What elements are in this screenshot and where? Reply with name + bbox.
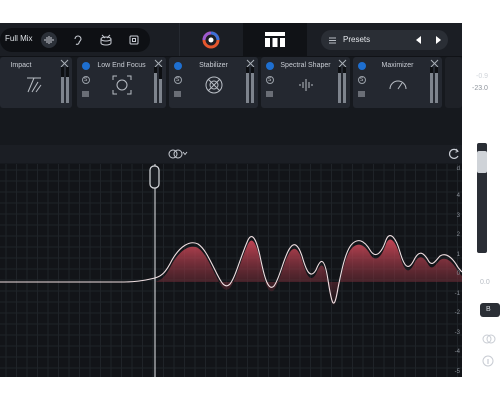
app-window: Full Mix Presets Impact Low End Focus S … [0,23,462,377]
spectral-shaper-icon [299,79,313,91]
db-tick-label: -3 [454,329,460,336]
module-meter [435,67,438,103]
logo-icon [202,31,220,49]
module-meter [61,67,64,103]
module-title: Low End Focus [97,62,146,69]
low-end-focus-icon [112,75,132,95]
module-stabilizer[interactable]: Stabilizer S [169,57,258,108]
presets-list-icon [329,37,336,44]
modules-icon [265,32,285,47]
next-icon[interactable] [434,36,442,44]
db-tick-label: -4 [454,349,460,355]
db-tick-label: 3 [456,212,460,219]
ear-icon[interactable] [70,32,86,48]
presets-dropdown[interactable]: Presets [321,30,448,50]
full-mix-label[interactable]: Full Mix [5,34,33,43]
solo-label: S [84,77,88,83]
waveform-icon[interactable] [41,32,57,48]
maximizer-icon [389,80,407,90]
eq-display[interactable]: 20501002003005001k2k5k10k20.0k d43210-1-… [0,164,462,377]
impact-icon [27,77,42,93]
menu-icon[interactable] [358,91,365,97]
db-tick-label: -5 [454,368,460,375]
reset-icon[interactable] [448,148,460,160]
eq-graph[interactable] [0,164,462,377]
module-spectral-shaper[interactable]: Spectral Shaper S [261,57,350,108]
module-title: Spectral Shaper [280,62,331,69]
solo-label: S [176,77,180,83]
solo-button[interactable]: S [82,76,90,84]
side-value: 0.0 [480,279,490,286]
info-icon[interactable] [482,355,494,367]
crossover-handle[interactable] [149,165,160,189]
solo-label: S [360,77,364,83]
module-title: Stabilizer [199,62,228,69]
module-title: Impact [10,62,32,69]
modules-view-button[interactable] [243,23,307,56]
module-chain: Impact Low End Focus S Stabilizer S Spec… [0,57,462,133]
b-button-label: B [486,306,491,313]
stereo-link-icon[interactable] [168,148,188,160]
stabilizer-icon [205,76,223,94]
module-meter [430,67,433,103]
module-meter [338,67,341,103]
module-meter [343,67,346,103]
solo-button[interactable]: S [266,76,274,84]
meter-readout-left: -0.9 [476,73,489,80]
prev-icon[interactable] [415,36,423,44]
menu-icon[interactable] [266,91,273,97]
chip-icon[interactable] [126,32,142,48]
logo-button[interactable] [179,23,244,56]
solo-label: S [268,77,272,83]
module-meter [251,67,254,103]
output-fader-handle[interactable] [477,151,487,173]
listen-mode-pill: Full Mix [0,28,150,52]
db-unit-label: d [456,166,460,172]
module-maximizer[interactable]: Maximizer S [353,57,442,108]
db-tick-label: 2 [456,232,460,238]
db-tick-label: 1 [456,251,460,258]
menu-icon[interactable] [82,91,89,97]
db-tick-label: -2 [454,310,460,316]
add-module-slot[interactable] [445,57,462,108]
module-meter [154,67,157,103]
eq-header [0,145,462,163]
db-tick-label: 0 [456,271,460,277]
solo-button[interactable]: S [174,76,182,84]
drum-icon[interactable] [98,32,114,48]
module-title: Maximizer [381,62,414,69]
presets-label: Presets [343,35,371,44]
module-meter [159,67,162,103]
module-low-end-focus[interactable]: Low End Focus S [77,57,166,108]
meter-readout-right: -23.0 [472,85,488,92]
menu-icon[interactable] [174,91,181,97]
b-button[interactable]: B [480,303,500,317]
module-meter [246,67,249,103]
db-tick-label: -1 [454,290,460,297]
link-icon[interactable] [482,333,496,345]
right-panel: -0.9 -23.0 0.0 B [462,57,500,377]
top-toolbar: Full Mix Presets [0,23,462,57]
module-meter [66,67,69,103]
module-impact[interactable]: Impact [0,57,72,108]
db-tick-label: 4 [456,193,460,199]
solo-button[interactable]: S [358,76,366,84]
